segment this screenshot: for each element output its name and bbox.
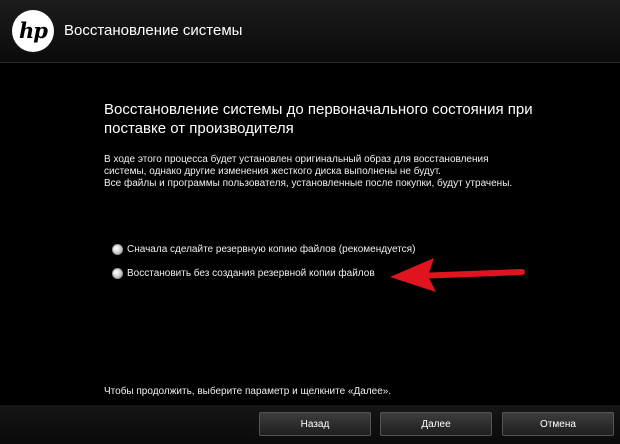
heading-line-2: поставке от производителя: [104, 120, 294, 137]
cancel-button[interactable]: Отмена: [502, 412, 614, 436]
hp-logo: hp: [12, 10, 54, 52]
heading-line-1: Восстановление системы до первоначальног…: [104, 101, 533, 118]
option-label[interactable]: Восстановить без создания резервной копи…: [127, 268, 375, 279]
radio-button-icon[interactable]: [112, 244, 123, 255]
description-line: В ходе этого процесса будет установлен о…: [104, 154, 489, 165]
description: В ходе этого процесса будет установлен о…: [104, 154, 574, 190]
red-arrow-icon: [390, 258, 525, 292]
option-label[interactable]: Сначала сделайте резервную копию файлов …: [127, 244, 415, 255]
arrow-shaft: [413, 269, 525, 279]
app-title: Восстановление системы: [64, 22, 243, 39]
page-heading: Восстановление системы до первоначальног…: [104, 100, 554, 138]
hp-logo-text: hp: [19, 18, 48, 43]
description-line: Все файлы и программы пользователя, уста…: [104, 178, 513, 189]
back-button[interactable]: Назад: [259, 412, 371, 436]
description-line: системы, однако другие изменения жестког…: [104, 166, 441, 177]
radio-button-icon[interactable]: [112, 268, 123, 279]
main-panel: Восстановление системы до первоначальног…: [0, 63, 620, 385]
header-bar: hp Восстановление системы: [0, 0, 620, 63]
option-backup-first[interactable]: Сначала сделайте резервную копию файлов …: [112, 244, 415, 255]
instruction-text: Чтобы продолжить, выберите параметр и ще…: [104, 386, 392, 397]
next-button[interactable]: Далее: [380, 412, 492, 436]
option-restore-without-backup[interactable]: Восстановить без создания резервной копи…: [112, 268, 375, 279]
